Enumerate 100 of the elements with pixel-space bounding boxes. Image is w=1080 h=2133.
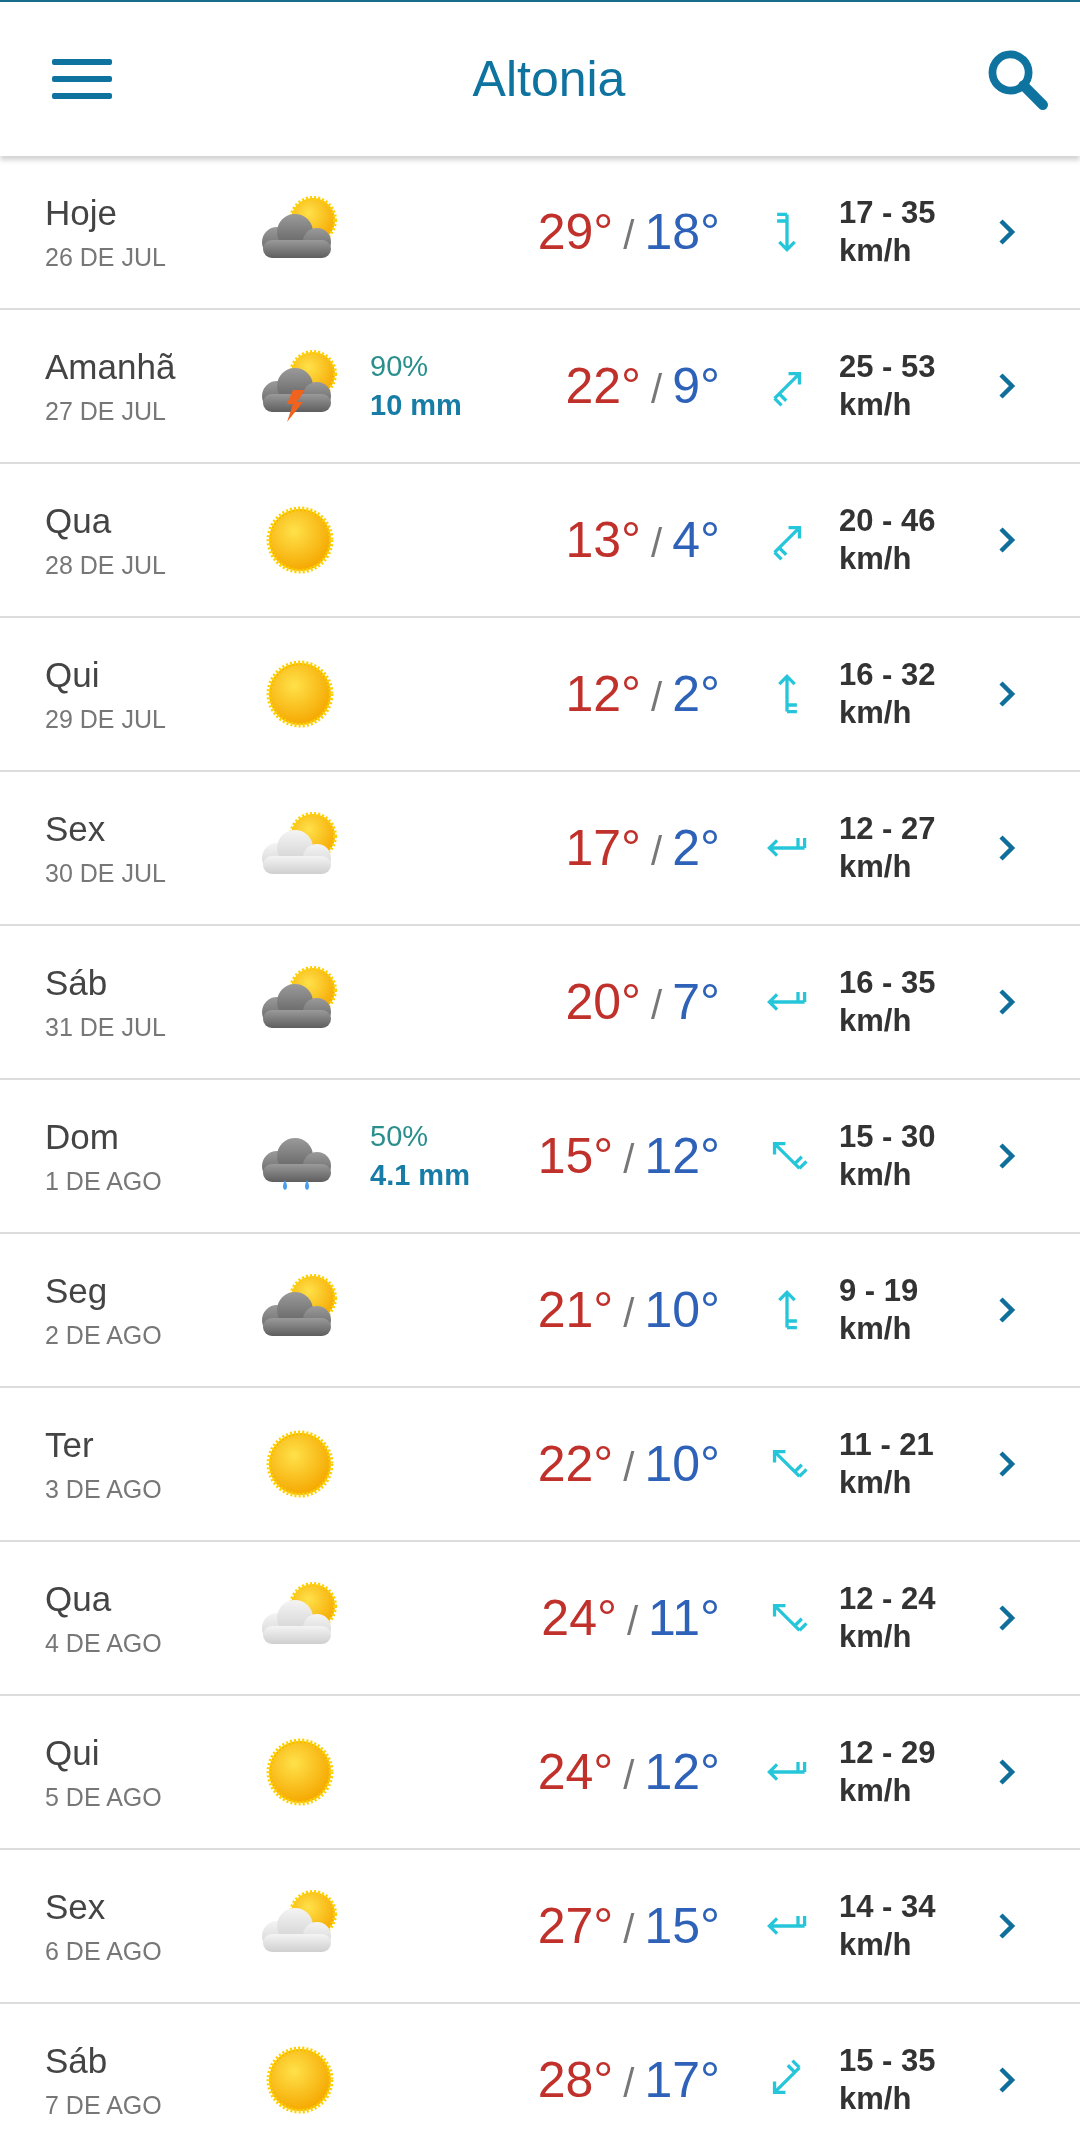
- wind-unit: km/h: [839, 1002, 913, 1040]
- date-label: 2 DE AGO: [45, 1320, 163, 1350]
- precip-chance: 90%: [370, 350, 430, 383]
- chevron-right-icon[interactable]: [997, 987, 1017, 1017]
- chevron-right-icon[interactable]: [997, 525, 1017, 555]
- day-label: Ter: [45, 1424, 95, 1465]
- temp-separator: /: [651, 521, 663, 566]
- forecast-row[interactable]: Sáb 31 DE JUL 20° / 7° 16 - 35 km/h: [0, 926, 1080, 1080]
- forecast-row[interactable]: Seg 2 DE AGO 21° / 10° 9 - 19 km/h: [0, 1234, 1080, 1388]
- temp-separator: /: [651, 983, 663, 1028]
- wind-speed: 20 - 46: [839, 502, 937, 540]
- forecast-row[interactable]: Sáb 7 DE AGO 28° / 17° 15 - 35 km/h: [0, 2004, 1080, 2133]
- forecast-row[interactable]: Ter 3 DE AGO 22° / 10° 11 - 21 km/h: [0, 1388, 1080, 1542]
- forecast-row[interactable]: Qui 29 DE JUL 12° / 2° 16 - 32 km/h: [0, 618, 1080, 772]
- date-label: 3 DE AGO: [45, 1474, 163, 1504]
- city-title: Altonia: [472, 50, 626, 108]
- chevron-right-icon[interactable]: [997, 1141, 1017, 1171]
- temp-separator: /: [651, 675, 663, 720]
- high-temp: 12°: [565, 665, 642, 723]
- date-label: 1 DE AGO: [45, 1166, 163, 1196]
- high-temp: 21°: [537, 1281, 614, 1339]
- temp-separator: /: [623, 1291, 635, 1336]
- forecast-row[interactable]: Qua 28 DE JUL 13° / 4° 20 - 46 km/h: [0, 464, 1080, 618]
- precip-amount: 10 mm: [370, 389, 463, 422]
- low-temp: 11°: [648, 1589, 720, 1647]
- chevron-right-icon[interactable]: [997, 217, 1017, 247]
- forecast-row[interactable]: Amanhã 27 DE JUL 90% 10 mm 22° / 9° 25 - 53 km/h: [0, 310, 1080, 464]
- chevron-right-icon[interactable]: [997, 1757, 1017, 1787]
- low-temp: 17°: [644, 2051, 720, 2109]
- day-label: Qui: [45, 1732, 101, 1773]
- temp-separator: /: [623, 1137, 635, 1182]
- temp-separator: /: [626, 1599, 639, 1644]
- temp-separator: /: [623, 213, 635, 258]
- wind-unit: km/h: [839, 2080, 913, 2118]
- wind-speed: 17 - 35: [839, 194, 937, 232]
- chevron-right-icon[interactable]: [997, 1449, 1017, 1479]
- forecast-row[interactable]: Sex 30 DE JUL 17° / 2° 12 - 27 km/h: [0, 772, 1080, 926]
- wind-unit: km/h: [839, 1926, 913, 1964]
- day-label: Hoje: [45, 192, 118, 233]
- low-temp: 2°: [672, 665, 720, 723]
- forecast-row[interactable]: Qui 5 DE AGO 24° / 12° 12 - 29 km/h: [0, 1696, 1080, 1850]
- day-label: Sex: [45, 1886, 107, 1927]
- day-label: Dom: [45, 1116, 120, 1157]
- day-label: Qui: [45, 654, 101, 695]
- high-temp: 29°: [537, 203, 614, 261]
- date-label: 30 DE JUL: [45, 858, 167, 888]
- day-label: Qua: [45, 500, 113, 541]
- forecast-row[interactable]: Sex 6 DE AGO 27° / 15° 14 - 34 km/h: [0, 1850, 1080, 2004]
- high-temp: 17°: [565, 819, 642, 877]
- day-label: Qua: [45, 1578, 113, 1619]
- high-temp: 27°: [537, 1897, 614, 1955]
- temp-separator: /: [651, 829, 663, 874]
- high-temp: 22°: [537, 1435, 614, 1493]
- high-temp: 28°: [537, 2051, 614, 2109]
- low-temp: 12°: [644, 1743, 720, 1801]
- forecast-row[interactable]: Dom 1 DE AGO 50% 4.1 mm 15° / 12° 15 - 30 km/h: [0, 1080, 1080, 1234]
- wind-speed: 25 - 53: [839, 348, 937, 386]
- temp-separator: /: [623, 2061, 635, 2106]
- forecast-row[interactable]: Qua 4 DE AGO 24° / 11° 12 - 24 km/h: [0, 1542, 1080, 1696]
- date-label: 4 DE AGO: [45, 1628, 163, 1658]
- high-temp: 24°: [541, 1589, 617, 1647]
- date-label: 29 DE JUL: [45, 704, 167, 734]
- high-temp: 20°: [565, 973, 642, 1031]
- temp-separator: /: [623, 1753, 635, 1798]
- low-temp: 9°: [672, 357, 720, 415]
- wind-speed: 15 - 35: [839, 2042, 937, 2080]
- menu-icon[interactable]: [52, 57, 112, 101]
- wind-unit: km/h: [839, 540, 913, 578]
- temp-separator: /: [623, 1907, 635, 1952]
- low-temp: 18°: [644, 203, 720, 261]
- chevron-right-icon[interactable]: [997, 2065, 1017, 2095]
- low-temp: 10°: [644, 1281, 720, 1339]
- forecast-row[interactable]: Hoje 26 DE JUL 29° / 18° 17 - 35 km/h: [0, 156, 1080, 310]
- date-label: 27 DE JUL: [45, 396, 167, 426]
- wind-speed: 16 - 32: [839, 656, 937, 694]
- date-label: 28 DE JUL: [45, 550, 167, 580]
- wind-unit: km/h: [839, 1156, 913, 1194]
- low-temp: 10°: [644, 1435, 720, 1493]
- wind-unit: km/h: [839, 1310, 913, 1348]
- day-label: Amanhã: [45, 346, 177, 387]
- wind-speed: 12 - 27: [839, 810, 937, 848]
- chevron-right-icon[interactable]: [997, 679, 1017, 709]
- wind-speed: 12 - 24: [839, 1580, 937, 1618]
- temp-separator: /: [651, 367, 663, 412]
- chevron-right-icon[interactable]: [997, 1911, 1017, 1941]
- wind-unit: km/h: [839, 1618, 913, 1656]
- wind-unit: km/h: [839, 232, 913, 270]
- temp-separator: /: [623, 1445, 635, 1490]
- date-label: 26 DE JUL: [45, 242, 167, 272]
- chevron-right-icon[interactable]: [997, 371, 1017, 401]
- precip-amount: 4.1 mm: [370, 1159, 471, 1192]
- low-temp: 4°: [672, 511, 720, 569]
- chevron-right-icon[interactable]: [997, 1603, 1017, 1633]
- wind-speed: 14 - 34: [839, 1888, 937, 1926]
- wind-speed: 11 - 21: [839, 1426, 935, 1464]
- wind-speed: 9 - 19: [839, 1272, 920, 1310]
- search-icon[interactable]: [986, 48, 1048, 110]
- low-temp: 2°: [672, 819, 720, 877]
- chevron-right-icon[interactable]: [997, 833, 1017, 863]
- chevron-right-icon[interactable]: [997, 1295, 1017, 1325]
